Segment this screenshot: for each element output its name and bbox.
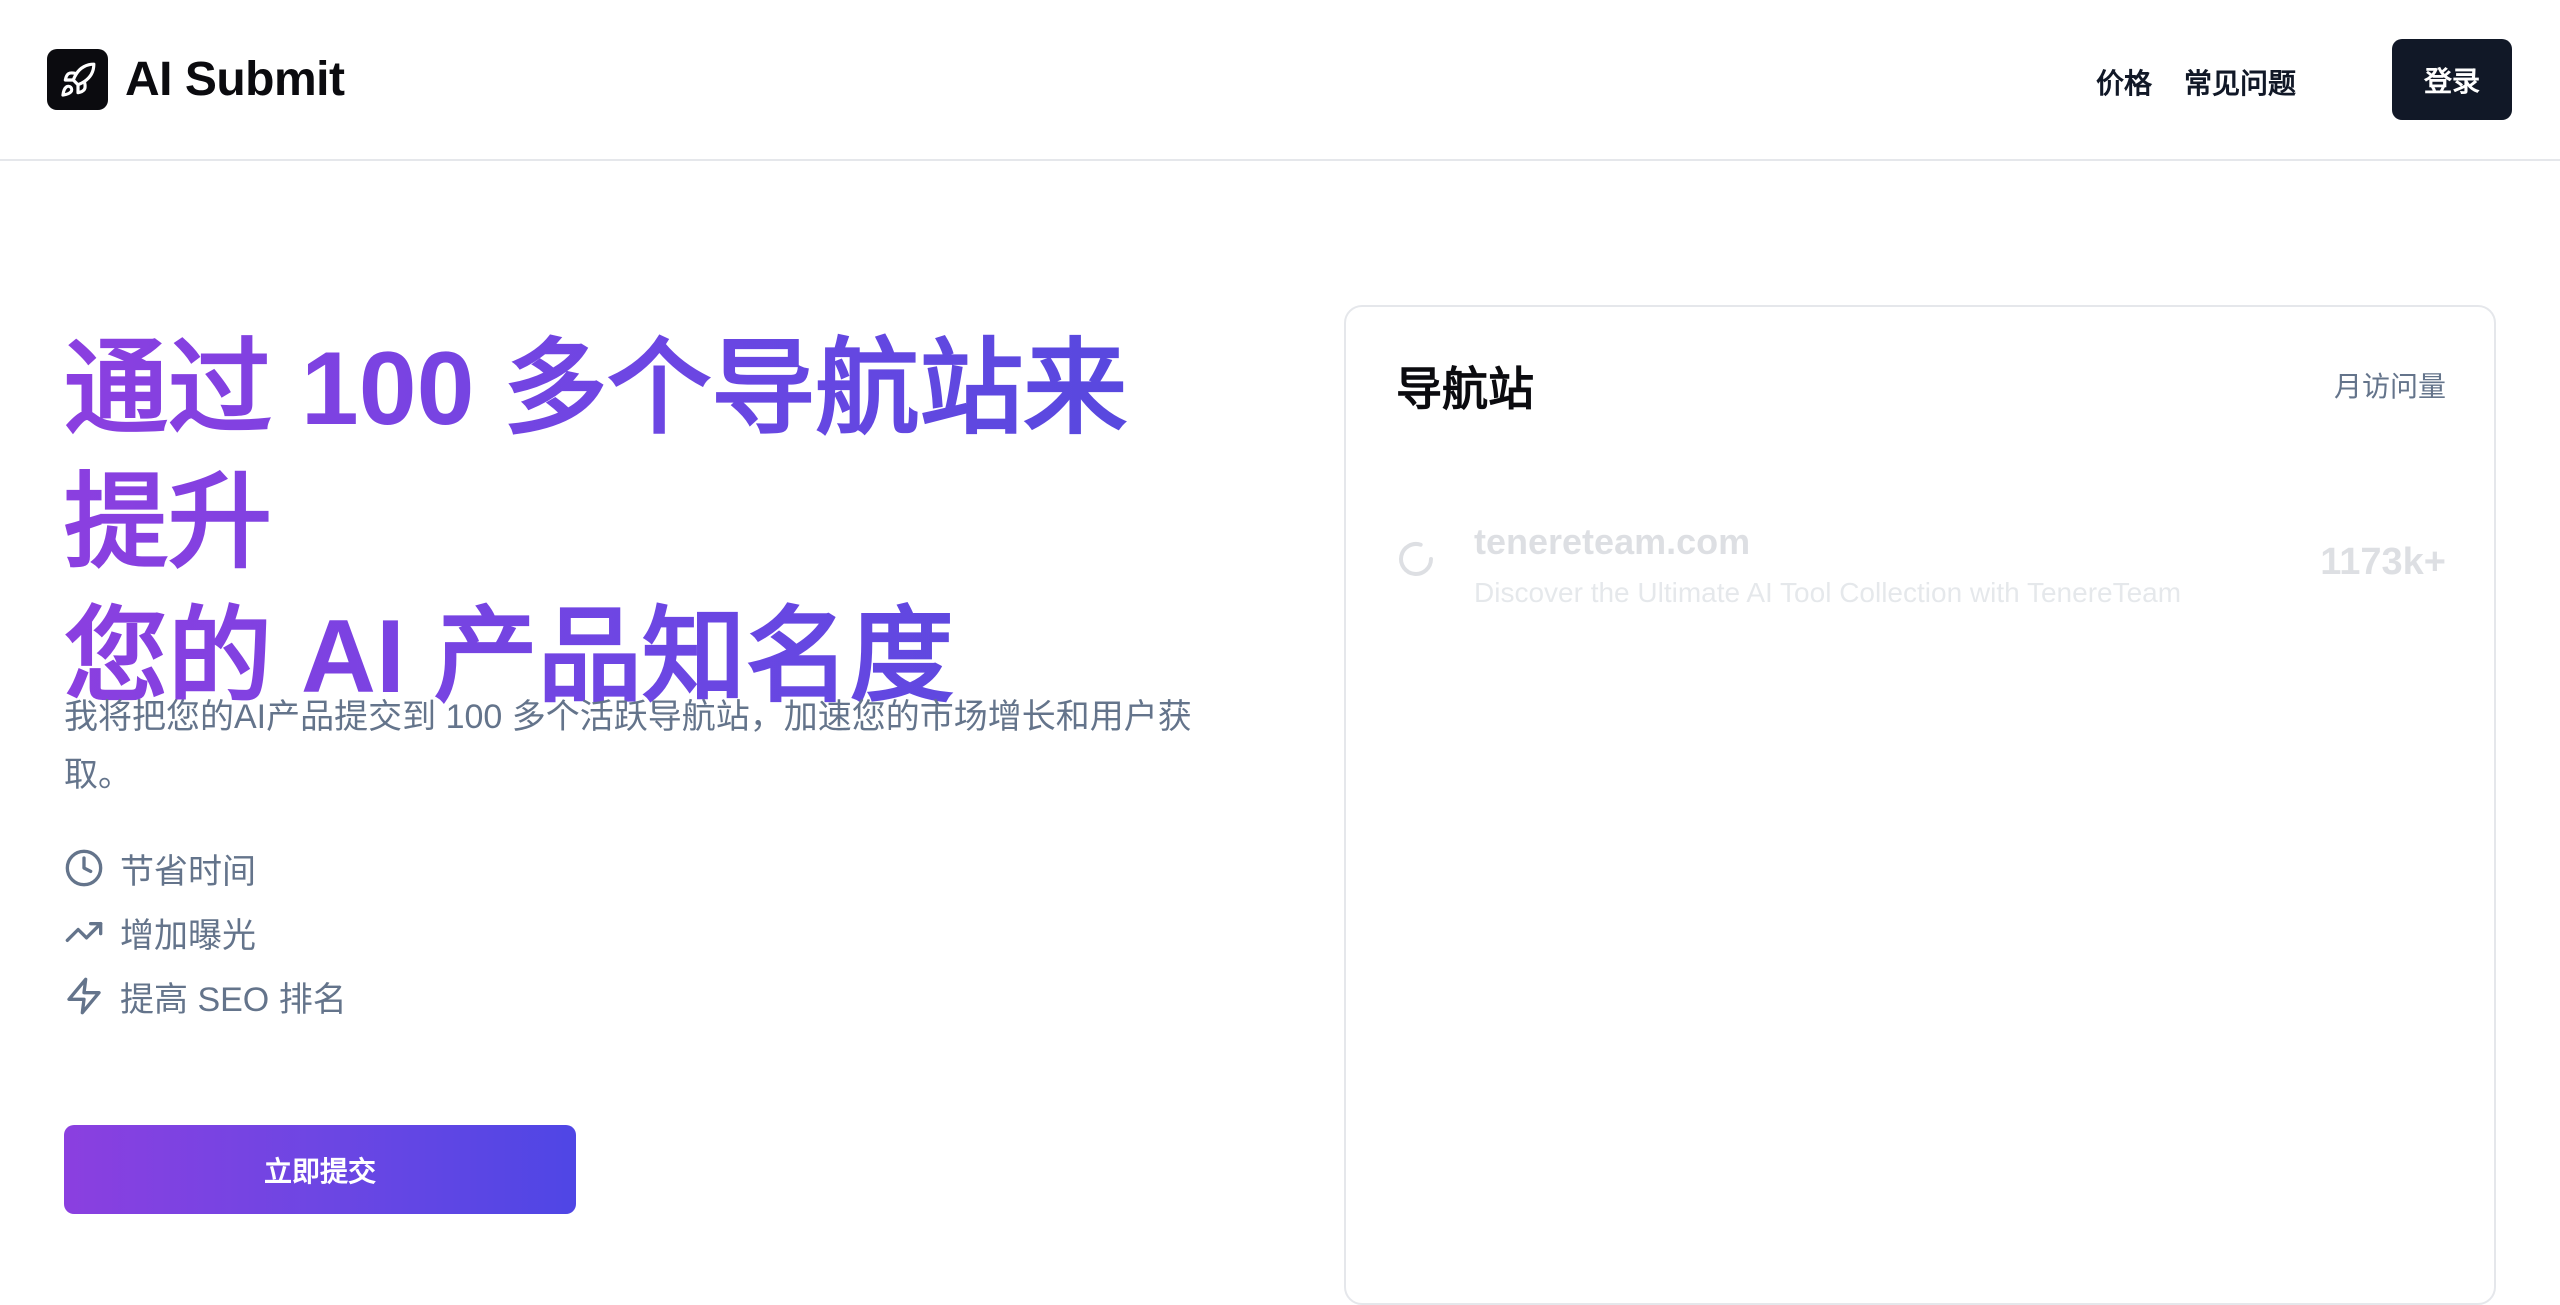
site-name: tenereteam.com [1474, 521, 1751, 562]
brand-name: AI Submit [125, 53, 345, 106]
list-item[interactable]: tenereteam.com Discover the Ultimate AI … [1396, 521, 2446, 621]
feature-label: 节省时间 [120, 852, 256, 891]
hero-title-line-1: 通过 100 多个导航站来提升 [64, 331, 1128, 581]
submit-now-button[interactable]: 立即提交 [64, 1125, 576, 1214]
clock-icon [65, 849, 103, 887]
site-header: AI Submit 价格 常见问题 登录 [0, 0, 2560, 161]
site-visits: 1173k+ [2320, 541, 2446, 583]
feature-list: 节省时间 增加曝光 提高 SEO 排名 [64, 836, 347, 1028]
loading-spinner-icon [1399, 542, 1433, 576]
lightning-icon [67, 977, 101, 1015]
panel-title: 导航站 [1396, 363, 1534, 415]
feature-item-seo: 提高 SEO 排名 [64, 964, 347, 1028]
feature-item-save-time: 节省时间 [64, 836, 347, 900]
feature-item-exposure: 增加曝光 [64, 900, 347, 964]
hero-description: 我将把您的AI产品提交到 100 多个活跃导航站，加速您的市场增长和用户获取。 [64, 698, 1192, 794]
brand[interactable]: AI Submit [47, 49, 345, 110]
login-button[interactable]: 登录 [2392, 39, 2512, 120]
nav-link-faq[interactable]: 常见问题 [2184, 62, 2296, 102]
feature-label: 提高 SEO 排名 [120, 980, 347, 1019]
directory-panel: 导航站 月访问量 tenereteam.com Discover the Ult… [1344, 305, 2496, 1305]
nav-link-pricing[interactable]: 价格 [2096, 62, 2152, 102]
trending-up-icon [65, 922, 103, 942]
hero-title: 通过 100 多个导航站来提升 您的 AI 产品知名度 [64, 322, 1224, 724]
monthly-visits-label: 月访问量 [2333, 371, 2446, 402]
rocket-icon [47, 49, 108, 110]
site-description: Discover the Ultimate AI Tool Collection… [1474, 577, 2182, 608]
feature-label: 增加曝光 [120, 916, 256, 955]
